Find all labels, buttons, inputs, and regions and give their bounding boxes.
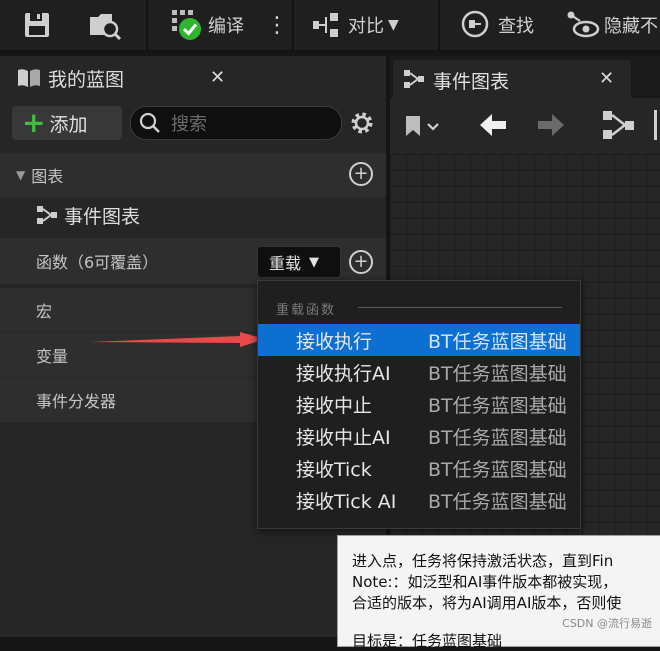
add-label: 添加 [49,113,88,136]
section-variables-label: 变量 [36,347,69,366]
menu-header: 重载函数 [276,303,337,318]
more-indicator [654,110,657,140]
overload-label: 重载 [269,254,302,273]
search-placeholder: 搜索 [171,114,207,135]
menu-item-source: BT任务蓝图基础 [428,426,567,449]
section-graphs-label: 图表 [31,167,64,186]
back-button[interactable] [478,112,508,142]
tab-event-graph[interactable]: 事件图表 ✕ [393,60,631,98]
event-graph-label: 事件图表 [64,205,141,228]
annotation-arrow-icon [90,332,265,347]
menu-item-receive-execute[interactable]: 接收执行 BT任务蓝图基础 [258,324,580,356]
menu-item-name: 接收Tick AI [296,490,397,513]
menu-item-source: BT任务蓝图基础 [428,330,567,353]
section-functions-label: 函数（6可覆盖） [36,253,159,272]
menu-divider [358,307,562,308]
save-icon [25,13,49,37]
compile-options-button[interactable]: ⋮ [266,0,288,50]
search-input[interactable]: 搜索 [130,106,342,140]
close-icon[interactable]: ✕ [210,67,225,88]
hide-unrelated-label: 隐藏不 [604,16,658,37]
graph-toolbar [390,98,660,154]
event-graph-icon [404,70,424,88]
add-graph-icon[interactable]: + [349,162,373,186]
chevron-down-icon: ▼ [388,17,399,33]
add-button[interactable]: + 添加 [12,106,122,140]
section-macros-label: 宏 [36,302,53,321]
toolbar-divider [438,0,440,50]
hide-unrelated-button[interactable]: 隐藏不 [566,0,658,50]
menu-item-name: 接收执行AI [296,362,391,385]
event-graph-icon [37,206,57,224]
find-icon [461,10,489,38]
menu-item-source: BT任务蓝图基础 [428,458,567,481]
menu-item-name: 接收执行 [296,330,373,353]
gear-icon [351,112,373,134]
settings-button[interactable] [349,110,375,140]
tab-title: 我的蓝图 [48,68,125,91]
graph-icon [603,111,634,139]
menu-item-source: BT任务蓝图基础 [428,362,567,385]
more-vertical-icon: ⋮ [266,12,288,38]
menu-item-receive-tick[interactable]: 接收Tick BT任务蓝图基础 [258,452,580,484]
overload-function-menu: 重载函数 接收执行 BT任务蓝图基础 接收执行AI BT任务蓝图基础 接收中止 … [257,280,581,529]
bookmark-button[interactable] [404,114,442,142]
tooltip-line: 目标是：任务蓝图基础 [352,632,503,650]
add-function-icon[interactable]: + [349,250,373,274]
toolbar-divider [292,0,294,50]
bookmark-icon [406,116,439,136]
plus-icon: + [22,106,46,139]
find-label: 查找 [498,16,534,37]
compile-label: 编译 [208,16,244,37]
arrow-right-icon [538,114,564,136]
hide-unrelated-icon [567,11,600,38]
close-icon[interactable]: ✕ [599,68,614,89]
menu-item-source: BT任务蓝图基础 [428,490,567,513]
book-icon [18,69,40,87]
menu-item-receive-tick-ai[interactable]: 接收Tick AI BT任务蓝图基础 [258,484,580,516]
section-event-dispatchers-label: 事件分发器 [36,392,117,411]
tab-title: 事件图表 [433,71,510,93]
chevron-down-icon: ▼ [309,254,320,270]
watermark: CSDN @流行易逝 [562,617,652,630]
arrow-left-icon [480,114,506,136]
save-button[interactable] [22,0,52,50]
diff-icon [313,13,338,37]
collapse-arrow-icon: ▼ [16,168,26,182]
tooltip-line: 进入点，任务将保持激活状态，直到Fin [352,552,614,570]
diff-button[interactable]: 对比 ▼ [312,0,399,50]
graph-item-event-graph[interactable]: 事件图表 [0,194,386,236]
compile-button[interactable]: 编译 [170,0,244,50]
menu-item-source: BT任务蓝图基础 [428,394,567,417]
overload-dropdown[interactable]: 重载 ▼ [257,246,341,278]
graph-overview-button[interactable] [602,110,636,144]
menu-item-receive-abort[interactable]: 接收中止 BT任务蓝图基础 [258,388,580,420]
browse-button[interactable] [88,0,122,50]
menu-item-receive-abort-ai[interactable]: 接收中止AI BT任务蓝图基础 [258,420,580,452]
folder-search-icon [90,14,122,41]
menu-item-receive-execute-ai[interactable]: 接收执行AI BT任务蓝图基础 [258,356,580,388]
menu-item-name: 接收Tick [296,458,372,481]
search-icon [139,112,160,133]
menu-item-name: 接收中止 [296,394,373,417]
compile-check-icon [172,10,201,40]
tab-my-blueprint[interactable]: 我的蓝图 ✕ [6,58,246,98]
menu-item-name: 接收中止AI [296,426,391,449]
find-button[interactable]: 查找 [460,0,534,50]
section-graphs[interactable]: ▼ 图表 + [0,153,386,197]
tooltip-line: 合适的版本，将为AI调用AI版本，否则使 [352,594,622,612]
diff-label: 对比 [348,16,384,37]
forward-button[interactable] [536,112,566,142]
toolbar-divider [146,0,148,50]
tooltip-line: Note:：如泛型和AI事件版本都被实现， [352,573,618,591]
main-toolbar: 编译 ⋮ 对比 ▼ 查找 隐藏不 [0,0,660,51]
